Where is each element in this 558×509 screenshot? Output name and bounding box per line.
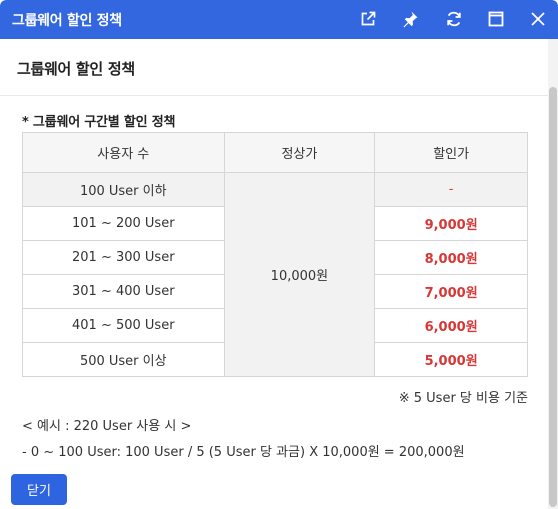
users-cell: 201 ~ 300 User [22,240,225,275]
page-title: 그룹웨어 할인 정책 [17,60,135,78]
header-users: 사용자 수 [22,132,225,173]
example-calculation: - 0 ~ 100 User: 100 User / 5 (5 User 당 과… [22,445,465,460]
discount-cell: 9,000원 [374,206,528,241]
users-cell: 301 ~ 400 User [22,274,225,309]
table-header-row: 사용자 수 정상가 할인가 [22,132,528,173]
discount-cell: - [374,172,528,207]
discount-table: 사용자 수 정상가 할인가 100 User 이하 10,000원 - 101 … [22,132,528,377]
close-button[interactable]: 닫기 [11,474,67,505]
header-discount-price: 할인가 [374,132,528,173]
divider [0,95,548,96]
users-cell: 101 ~ 200 User [22,206,225,241]
discount-cell: 7,000원 [374,274,528,309]
scrollbar[interactable] [548,39,558,509]
users-cell: 500 User 이상 [22,342,225,377]
external-link-icon[interactable] [357,8,379,30]
title-bar[interactable]: 그룹웨어 할인 정책 [0,0,558,39]
table-row: 100 User 이하 10,000원 - [22,172,528,377]
refresh-icon[interactable] [443,8,465,30]
section-title: * 그룹웨어 구간별 할인 정책 [22,115,176,130]
popup-window: 그룹웨어 할인 정책 그룹웨어 할인 정책 * 그룹웨어 구간별 할인 정책 사… [0,0,558,509]
discount-cell: 5,000원 [374,342,528,377]
header-regular-price: 정상가 [223,132,376,173]
content-area: 그룹웨어 할인 정책 * 그룹웨어 구간별 할인 정책 사용자 수 정상가 할인… [0,39,548,509]
users-cell: 401 ~ 500 User [22,308,225,343]
users-cell: 100 User 이하 [22,172,225,207]
maximize-icon[interactable] [485,8,507,30]
discount-cell: 6,000원 [374,308,528,343]
regular-price-cell: 10,000원 [223,172,376,377]
discount-cell: 8,000원 [374,240,528,275]
pricing-note: ※ 5 User 당 비용 기준 [398,391,528,406]
close-icon[interactable] [527,8,549,30]
window-title: 그룹웨어 할인 정책 [12,13,122,29]
pin-icon[interactable] [399,8,421,30]
scrollbar-thumb[interactable] [549,87,557,507]
example-title: < 예시 : 220 User 사용 시 > [22,419,192,434]
